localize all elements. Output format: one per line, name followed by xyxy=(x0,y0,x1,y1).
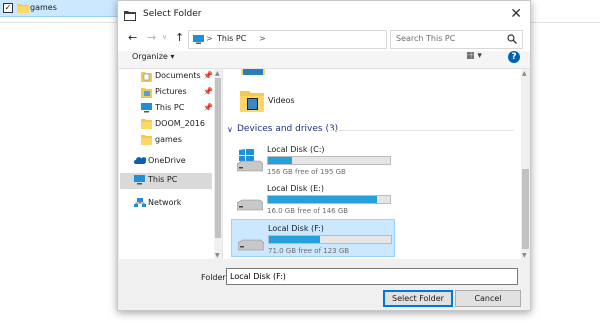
this-pc-icon xyxy=(134,175,145,187)
file-list: Videos ∨ Devices and drives (3) Local Di… xyxy=(227,69,523,260)
drive-usage-bar xyxy=(268,235,392,244)
divider xyxy=(0,22,117,23)
drive-free-space: 16.0 GB free of 146 GB xyxy=(267,207,349,215)
videos-folder-icon[interactable] xyxy=(239,87,265,115)
nav-item-this-pc-pinned[interactable]: This PC 📌 xyxy=(141,101,213,117)
search-icon[interactable] xyxy=(507,34,517,46)
divider xyxy=(531,22,600,23)
nav-item-label: This PC xyxy=(148,175,178,184)
drive-usage-bar xyxy=(267,195,391,204)
help-icon[interactable]: ? xyxy=(508,51,520,63)
pane-splitter[interactable] xyxy=(222,69,224,260)
folder-icon xyxy=(141,119,152,131)
videos-folder-label[interactable]: Videos xyxy=(268,96,295,105)
forward-button[interactable]: → xyxy=(147,31,156,44)
command-bar: Organize ▾ ▦ ▾ ? xyxy=(118,51,530,68)
navigation-pane: Documents 📌 Pictures 📌 This PC 📌 DOOM_20… xyxy=(119,69,224,260)
scrollbar-thumb[interactable] xyxy=(215,78,221,238)
pin-icon[interactable]: 📌 xyxy=(203,87,213,96)
folder-icon xyxy=(141,135,152,147)
drive-item[interactable]: Local Disk (E:) 16.0 GB free of 146 GB xyxy=(231,180,395,218)
pin-icon[interactable]: 📌 xyxy=(203,71,213,80)
nav-item-network[interactable]: Network xyxy=(134,196,213,212)
search-input[interactable]: Search This PC xyxy=(390,30,523,49)
content-area: Documents 📌 Pictures 📌 This PC 📌 DOOM_20… xyxy=(119,68,530,260)
nav-item-label: This PC xyxy=(155,103,185,112)
group-label: Devices and drives (3) xyxy=(237,124,339,134)
drive-free-space: 71.0 GB free of 123 GB xyxy=(268,247,350,255)
documents-icon xyxy=(141,71,152,84)
folder-icon[interactable] xyxy=(241,69,265,79)
folder-icon xyxy=(17,3,29,15)
drive-item[interactable]: Local Disk (F:) 71.0 GB free of 123 GB xyxy=(231,219,395,257)
organize-button[interactable]: Organize ▾ xyxy=(132,52,174,61)
this-pc-icon xyxy=(141,103,152,115)
drive-name: Local Disk (F:) xyxy=(268,224,324,233)
nav-item-label: OneDrive xyxy=(148,156,186,165)
nav-item-label: games xyxy=(155,135,182,144)
nav-item-label: DOOM_2016 xyxy=(155,119,206,128)
dialog-title: Select Folder xyxy=(143,9,202,19)
search-placeholder: Search This PC xyxy=(396,34,456,43)
nav-item-label: Pictures xyxy=(155,87,187,96)
nav-item-label: Documents xyxy=(155,71,201,80)
address-bar[interactable]: > This PC > ∨ ↻ xyxy=(188,30,454,49)
up-button[interactable]: ↑ xyxy=(175,31,184,44)
chevron-down-icon[interactable]: ∨ xyxy=(227,125,233,134)
scrollbar-thumb[interactable] xyxy=(522,169,529,249)
navigation-bar: ← → ∨ ↑ > This PC > ∨ ↻ Search This PC xyxy=(118,29,530,51)
devices-group-header[interactable]: ∨ Devices and drives (3) xyxy=(227,124,517,138)
pin-icon[interactable]: 📌 xyxy=(203,103,213,112)
divider xyxy=(329,130,514,131)
this-pc-icon xyxy=(193,35,204,46)
scroll-up-icon[interactable]: ▲ xyxy=(215,70,220,77)
drive-usage-fill xyxy=(268,196,377,203)
drive-icon xyxy=(237,228,265,254)
nav-item-pictures[interactable]: Pictures 📌 xyxy=(141,85,213,101)
breadcrumb-separator[interactable]: > xyxy=(259,34,266,43)
recent-locations-icon[interactable]: ∨ xyxy=(162,33,167,41)
change-view-button[interactable]: ▦ ▾ xyxy=(466,51,482,61)
folder-icon xyxy=(124,10,136,23)
scroll-down-icon[interactable]: ▼ xyxy=(215,252,220,259)
navigation-scrollbar[interactable]: ▲ ▼ xyxy=(214,69,222,260)
onedrive-icon xyxy=(134,156,147,166)
drive-item[interactable]: Local Disk (C:) 156 GB free of 195 GB xyxy=(231,141,395,179)
folder-name-input[interactable] xyxy=(226,268,518,285)
file-list-scrollbar[interactable]: ▲ ▼ xyxy=(521,69,530,260)
drive-usage-fill xyxy=(269,236,321,243)
nav-item-label: Network xyxy=(148,198,182,207)
pictures-icon xyxy=(141,87,152,100)
cancel-button[interactable]: Cancel xyxy=(455,290,521,307)
windows-drive-icon xyxy=(236,148,264,175)
drive-free-space: 156 GB free of 195 GB xyxy=(267,168,346,176)
title-bar[interactable]: Select Folder ✕ xyxy=(118,1,530,29)
drive-usage-bar xyxy=(267,156,391,165)
nav-item-games[interactable]: games xyxy=(141,133,213,149)
drive-icon xyxy=(236,188,264,214)
scroll-up-icon[interactable]: ▲ xyxy=(522,70,527,77)
nav-item-documents[interactable]: Documents 📌 xyxy=(141,69,213,85)
select-folder-dialog: Select Folder ✕ ← → ∨ ↑ > This PC > ∨ ↻ … xyxy=(117,0,531,311)
drive-usage-fill xyxy=(268,157,293,164)
nav-item-doom-2016[interactable]: DOOM_2016 xyxy=(141,117,213,133)
row-checkbox[interactable]: ✓ xyxy=(3,3,13,13)
nav-item-this-pc[interactable]: This PC xyxy=(120,173,212,189)
drive-name: Local Disk (C:) xyxy=(267,145,325,154)
drive-name: Local Disk (E:) xyxy=(267,184,324,193)
background-row-label: games xyxy=(30,3,57,12)
folder-field-label: Folder: xyxy=(201,273,229,282)
select-folder-button[interactable]: Select Folder xyxy=(383,290,453,307)
back-button[interactable]: ← xyxy=(128,31,137,44)
breadcrumb-separator[interactable]: > xyxy=(206,34,213,43)
scroll-down-icon[interactable]: ▼ xyxy=(522,252,527,259)
nav-item-onedrive[interactable]: OneDrive xyxy=(134,154,213,170)
breadcrumb[interactable]: This PC xyxy=(217,34,246,43)
close-icon[interactable]: ✕ xyxy=(510,6,522,22)
network-icon xyxy=(134,198,146,210)
